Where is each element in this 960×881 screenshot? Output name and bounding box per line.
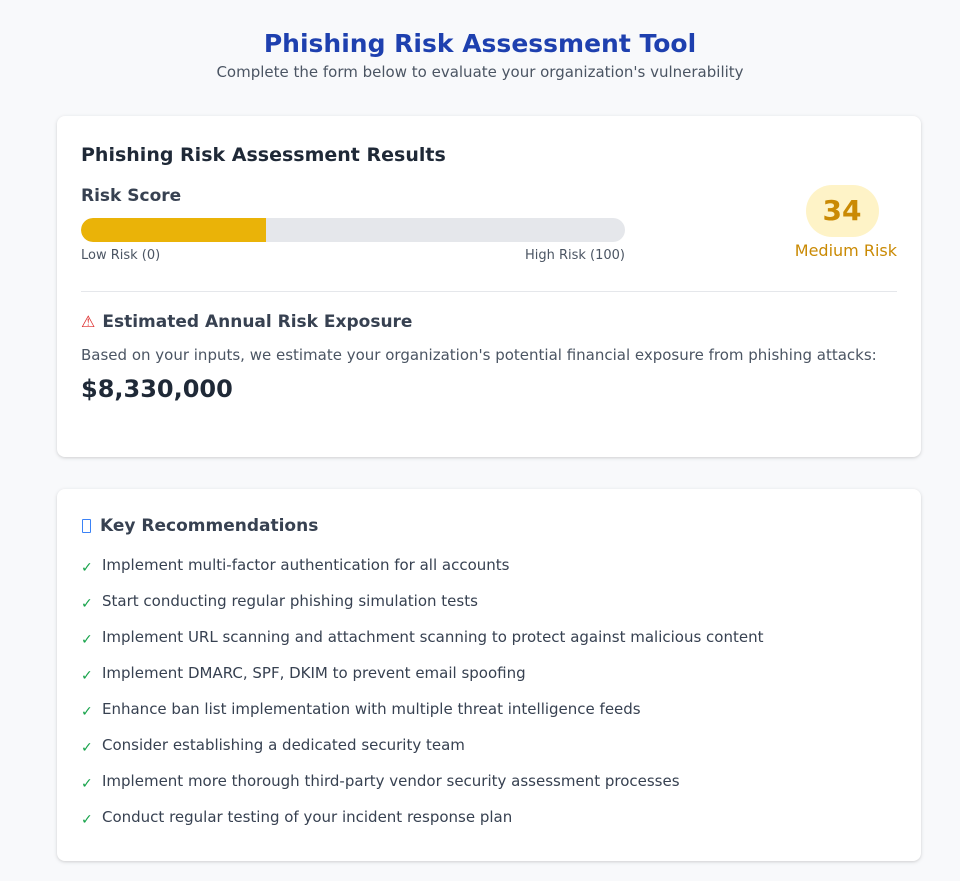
risk-score-bar [81,218,625,242]
risk-score-bar-group: Risk Score Low Risk (0) High Risk (100) [81,185,625,266]
recommendation-item: ✓ Conduct regular testing of your inciden… [81,806,897,842]
recommendation-item: ✓ Implement multi-factor authentication f… [81,554,897,590]
section-divider [81,291,897,292]
results-card: Phishing Risk Assessment Results Risk Sc… [57,116,921,457]
risk-score-badge: 34 [805,185,879,237]
recommendation-text: Implement more thorough third-party vend… [102,772,680,790]
check-icon: ✓ [81,740,93,756]
page-subtitle: Complete the form below to evaluate your… [216,63,744,81]
recommendation-item: ✓ Implement DMARC, SPF, DKIM to prevent e… [81,662,897,698]
check-icon: ✓ [81,560,93,576]
recommendations-heading: Key Recommendations [81,514,897,538]
recommendation-text: Consider establishing a dedicated securi… [102,736,465,754]
recommendations-title: Key Recommendations [100,516,319,536]
recommendation-text: Enhance ban list implementation with mul… [102,700,641,718]
risk-score-scale: Low Risk (0) High Risk (100) [81,248,625,266]
check-icon: ✓ [81,776,93,792]
check-icon: ✓ [81,632,93,648]
recommendation-text: Implement URL scanning and attachment sc… [102,628,764,646]
recommendations-card: Key Recommendations ✓ Implement multi-fac… [57,489,921,861]
warning-icon: ⚠ [81,312,96,331]
risk-score-summary: 34 Medium Risk [787,185,897,261]
check-icon: ✓ [81,668,93,684]
risk-score-label: Risk Score [81,186,182,206]
results-title: Phishing Risk Assessment Results [81,144,446,166]
exposure-title: Estimated Annual Risk Exposure [102,312,413,332]
recommendation-item: ✓ Consider establishing a dedicated secur… [81,734,897,770]
exposure-heading: ⚠ Estimated Annual Risk Exposure [81,310,897,334]
check-icon: ✓ [81,596,93,612]
page-title: Phishing Risk Assessment Tool [263,29,697,58]
recommendation-item: ✓ Implement URL scanning and attachment s… [81,626,897,662]
page: Phishing Risk Assessment Tool Complete t… [0,0,960,881]
check-icon: ✓ [81,812,93,828]
recommendation-item: ✓ Enhance ban list implementation with mu… [81,698,897,734]
lightbulb-icon [82,519,91,533]
check-icon: ✓ [81,704,93,720]
recommendation-text: Conduct regular testing of your incident… [102,808,513,826]
recommendation-text: Implement DMARC, SPF, DKIM to prevent em… [102,664,526,682]
page-header: Phishing Risk Assessment Tool Complete t… [0,0,960,82]
risk-score-bar-fill [81,218,266,242]
high-risk-label: High Risk (100) [524,248,625,263]
exposure-description: Based on your inputs, we estimate your o… [81,346,877,364]
recommendation-item: ✓ Implement more thorough third-party ven… [81,770,897,806]
recommendations-list: ✓ Implement multi-factor authentication f… [81,554,897,842]
risk-level-label: Medium Risk [794,241,897,260]
risk-score-section: Risk Score Low Risk (0) High Risk (100) … [81,185,897,281]
recommendation-item: ✓ Start conducting regular phishing simul… [81,590,897,626]
recommendation-text: Start conducting regular phishing simula… [102,592,478,610]
recommendation-text: Implement multi-factor authentication fo… [102,556,510,574]
exposure-amount: $8,330,000 [81,375,233,403]
low-risk-label: Low Risk (0) [81,248,161,263]
